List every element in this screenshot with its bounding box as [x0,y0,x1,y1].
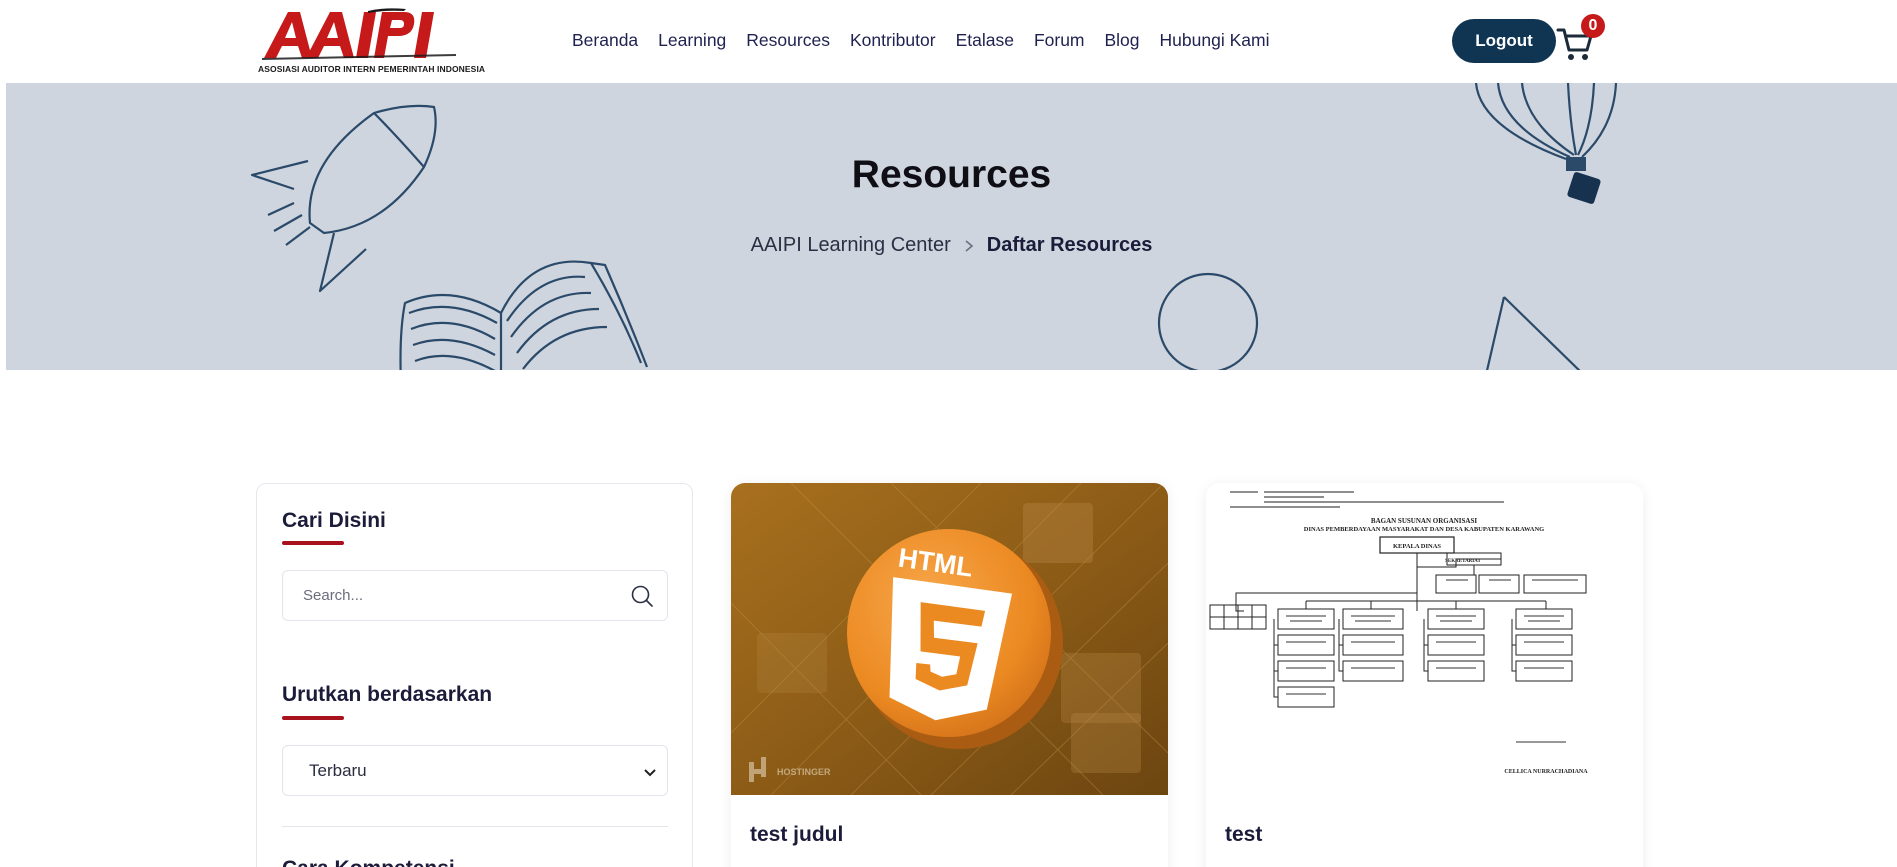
doc-signer: CELLICA NURRACHADIANA [1504,769,1588,775]
nav-kontributor[interactable]: Kontributor [850,30,936,51]
nav-beranda[interactable]: Beranda [572,30,638,51]
sort-widget-title: Urutkan berdasarkan [282,683,493,706]
nav-forum[interactable]: Forum [1034,30,1085,51]
aaipi-logo[interactable]: ASOSIASI AUDITOR INTERN PEMERINTAH INDON… [256,8,485,76]
cart-count-badge: 0 [1581,14,1605,38]
nav-learning[interactable]: Learning [658,30,726,51]
competency-widget-title: Cara Kompetensi [282,857,455,867]
circle-shape-decoration [1157,272,1259,370]
cart-button[interactable]: 0 [1556,14,1605,62]
chevron-right-icon [965,239,973,252]
hostinger-watermark: HOSTINGER [777,767,831,777]
sidebar-divider [282,826,668,827]
resource-title[interactable]: test [1225,823,1262,847]
logo-subtitle: ASOSIASI AUDITOR INTERN PEMERINTAH INDON… [258,64,486,74]
open-book-illustration [399,260,649,370]
nav-etalase[interactable]: Etalase [956,30,1014,51]
triangle-shape-decoration [1486,296,1581,370]
search-box [282,570,668,621]
aaipi-logo-mark [262,8,456,60]
search-widget-title: Cari Disini [282,509,386,532]
breadcrumb-home-link[interactable]: AAIPI Learning Center [751,234,951,257]
site-header: ASOSIASI AUDITOR INTERN PEMERINTAH INDON… [0,0,1897,83]
nav-hubungi-kami[interactable]: Hubungi Kami [1160,30,1270,51]
page-title: Resources [851,153,1052,196]
resource-title[interactable]: test judul [750,823,843,847]
nav-blog[interactable]: Blog [1105,30,1140,51]
resource-card[interactable]: HTML HOSTINGER test judul [731,483,1168,867]
doc-secretariat: SEKRETARIAT [1445,559,1481,564]
org-chart-document-image: BAGAN SUSUNAN ORGANISASI DINAS PEMBERDAY… [1206,483,1643,795]
sort-selected-value: Terbaru [309,761,367,780]
sort-select[interactable]: Terbaru [282,745,668,796]
filter-sidebar: Cari Disini Urutkan berdasarkan Terbaru … [256,483,693,867]
nav-resources[interactable]: Resources [746,30,830,51]
chevron-down-icon [644,769,656,777]
breadcrumb-current: Daftar Resources [986,234,1153,256]
doc-subheading: DINAS PEMBERDAYAAN MASYARAKAT DAN DESA K… [1304,526,1544,533]
search-icon[interactable] [630,584,654,608]
doc-heading: BAGAN SUSUNAN ORGANISASI [1371,517,1477,525]
main-nav: Beranda Learning Resources Kontributor E… [572,30,1269,51]
breadcrumb: AAIPI Learning Center Daftar Resources [6,234,1897,257]
title-underline [282,716,344,720]
page-banner: Resources AAIPI Learning Center Daftar R… [6,83,1897,370]
doc-top-box: KEPALA DINAS [1393,543,1441,550]
html5-thumbnail-image: HTML HOSTINGER [731,483,1168,795]
logout-button[interactable]: Logout [1452,19,1556,63]
resource-card[interactable]: BAGAN SUSUNAN ORGANISASI DINAS PEMBERDAY… [1206,483,1643,867]
search-input[interactable] [283,571,623,620]
title-underline [282,541,344,545]
